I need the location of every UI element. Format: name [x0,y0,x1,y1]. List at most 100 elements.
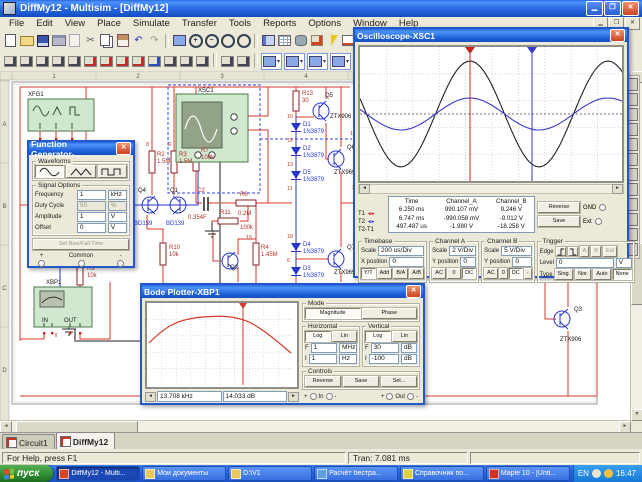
place-mixed-icon[interactable] [131,53,146,69]
horizontal-initial-input[interactable]: 1 [309,354,337,364]
menu-edit[interactable]: Edit [30,18,58,29]
oscilloscope-window[interactable]: Oscilloscope-XSC1 ✕ ◄ ► T1 ◄► T2 ◄► T2-T… [353,27,629,278]
ext-radio[interactable] [595,218,602,225]
diode-family-dropdown[interactable]: ▾ [307,53,328,70]
x-position-input[interactable]: 0 [389,257,424,267]
channel-a-dc-button[interactable]: DC [462,268,476,279]
database-manager-icon[interactable] [293,33,308,49]
offset-input[interactable]: 0 [77,223,106,233]
channel-a-position-input[interactable]: 0 [460,257,476,267]
electrical-rules-check-icon[interactable] [309,33,324,49]
cursor-left-icon[interactable]: ◄ [145,392,156,402]
place-rf-icon[interactable] [195,53,210,69]
bode-plotter-titlebar[interactable]: Bode Plotter-XBP1 ✕ [142,285,423,298]
save-icon[interactable] [35,33,50,49]
square-wave-button[interactable] [98,165,127,178]
channel-b-ac-button[interactable]: AC [484,268,498,279]
sheet-tab-diffmy12[interactable]: DiffMy12 [56,432,115,450]
channel-b-scale-input[interactable]: 5 V/Div [501,246,531,256]
out-plus-terminal[interactable] [386,393,393,400]
place-cmos-icon[interactable] [99,53,114,69]
taskbar-task[interactable]: Maple 10 - [Unti... [486,466,570,481]
zoom-out-icon[interactable]: − [204,33,219,49]
minimize-icon[interactable]: ▁ [586,1,603,16]
start-button[interactable]: пуск [0,465,53,482]
menu-reports[interactable]: Reports [257,18,302,29]
place-misc-icon[interactable] [179,53,194,69]
plus-terminal[interactable]: + [38,253,45,267]
save-button[interactable]: Save [538,216,580,227]
sine-wave-button[interactable] [35,165,64,178]
place-wire-icon[interactable] [236,53,251,69]
channel-a-0-button[interactable]: 0 [447,268,461,279]
set-rise-fall-button[interactable]: Set Rise/Fall Time [33,239,129,250]
cursor-right-icon[interactable]: ► [288,392,299,402]
in-minus-terminal[interactable] [326,393,333,400]
channel-b-position-input[interactable]: 0 [512,257,531,267]
trigger-auto-button[interactable]: Auto [593,269,610,280]
place-misc-digital-icon[interactable] [115,53,130,69]
horizontal-final-unit[interactable]: MHz [339,343,357,353]
minus-terminal[interactable]: - [117,253,124,267]
amplitude-unit[interactable]: V [108,212,127,222]
new-icon[interactable] [3,33,18,49]
frequency-unit[interactable]: kHz [108,190,127,200]
place-power-icon[interactable] [163,53,178,69]
sheet-tab-circuit1[interactable]: Circuit1 [2,434,55,450]
horizontal-lin-button[interactable]: Lin [332,331,358,342]
horizontal-log-button[interactable]: Log [305,331,331,342]
yt-mode-button[interactable]: Y/T [361,268,376,279]
scroll-left-icon[interactable]: ◄ [359,184,370,194]
place-indicator-icon[interactable] [147,53,162,69]
phase-button[interactable]: Phase [362,308,418,319]
horizontal-final-input[interactable]: 1 [311,343,337,353]
taskbar-task[interactable]: Справочник по... [400,466,484,481]
function-generator-window[interactable]: Function Generator-... ✕ Waveforms [27,140,135,268]
vertical-final-unit[interactable]: dB [401,343,417,353]
redo-icon[interactable]: ↷ [147,33,162,49]
frequency-input[interactable]: 1 [77,190,106,200]
menu-view[interactable]: View [59,18,91,29]
scroll-right-icon[interactable]: ► [619,421,631,432]
bode-plotter-window[interactable]: Bode Plotter-XBP1 ✕ ◄ 13.708 kHz 14.033 … [140,283,425,405]
zoom-in-icon[interactable]: + [188,33,203,49]
out-minus-terminal[interactable] [407,393,414,400]
bode-save-button[interactable]: Save [343,376,379,387]
reverse-button[interactable]: Reverse [538,202,580,213]
place-source-icon[interactable] [3,53,18,69]
oscilloscope-scrollbar[interactable]: ◄ ► [358,184,624,194]
scroll-right-icon[interactable]: ► [612,184,623,194]
oscilloscope-titlebar[interactable]: Oscilloscope-XSC1 ✕ [355,29,627,42]
zoom-full-icon[interactable] [236,33,251,49]
vertical-final-input[interactable]: 30 [371,343,399,353]
rising-edge-icon[interactable] [556,247,566,256]
print-icon[interactable] [51,33,66,49]
trigger-nor-button[interactable]: Nor. [575,269,591,280]
magnitude-button[interactable]: Magnitude [305,308,361,319]
channel-b-0-button[interactable]: 0 [499,268,508,279]
spreadsheet-view-icon[interactable] [277,33,292,49]
place-analog-icon[interactable] [67,53,82,69]
close-icon[interactable]: ✕ [610,29,625,42]
channel-b-dc-button[interactable]: DC [509,268,523,279]
window-titlebar[interactable]: DiffMy12 - Multisim - [DiffMy12] ▁ ❐ ✕ [0,0,642,17]
bode-reverse-button[interactable]: Reverse [305,376,341,387]
menu-place[interactable]: Place [91,18,127,29]
triangle-wave-button[interactable] [66,165,95,178]
taskbar-task[interactable]: Расчёт бестра... [314,466,398,481]
place-ttl-icon[interactable] [83,53,98,69]
ab-mode-button[interactable]: A/B [409,268,424,279]
menu-simulate[interactable]: Simulate [127,18,176,29]
channel-b-invert-button[interactable]: - [524,268,532,279]
volume-icon[interactable] [592,469,601,478]
amplitude-input[interactable]: 1 [77,212,106,222]
place-basic-icon[interactable] [19,53,34,69]
taskbar-task[interactable]: Мои документы [142,466,226,481]
channel-a-scale-input[interactable]: 2 V/Div [449,246,476,256]
hierarchy-icon[interactable] [261,33,276,49]
transistor-family-dropdown[interactable]: ▾ [330,53,351,70]
close-icon[interactable]: ✕ [406,285,421,298]
bode-set-button[interactable]: Set... [381,376,417,387]
vertical-initial-unit[interactable]: dB [401,354,417,364]
language-indicator[interactable]: EN [578,469,589,478]
